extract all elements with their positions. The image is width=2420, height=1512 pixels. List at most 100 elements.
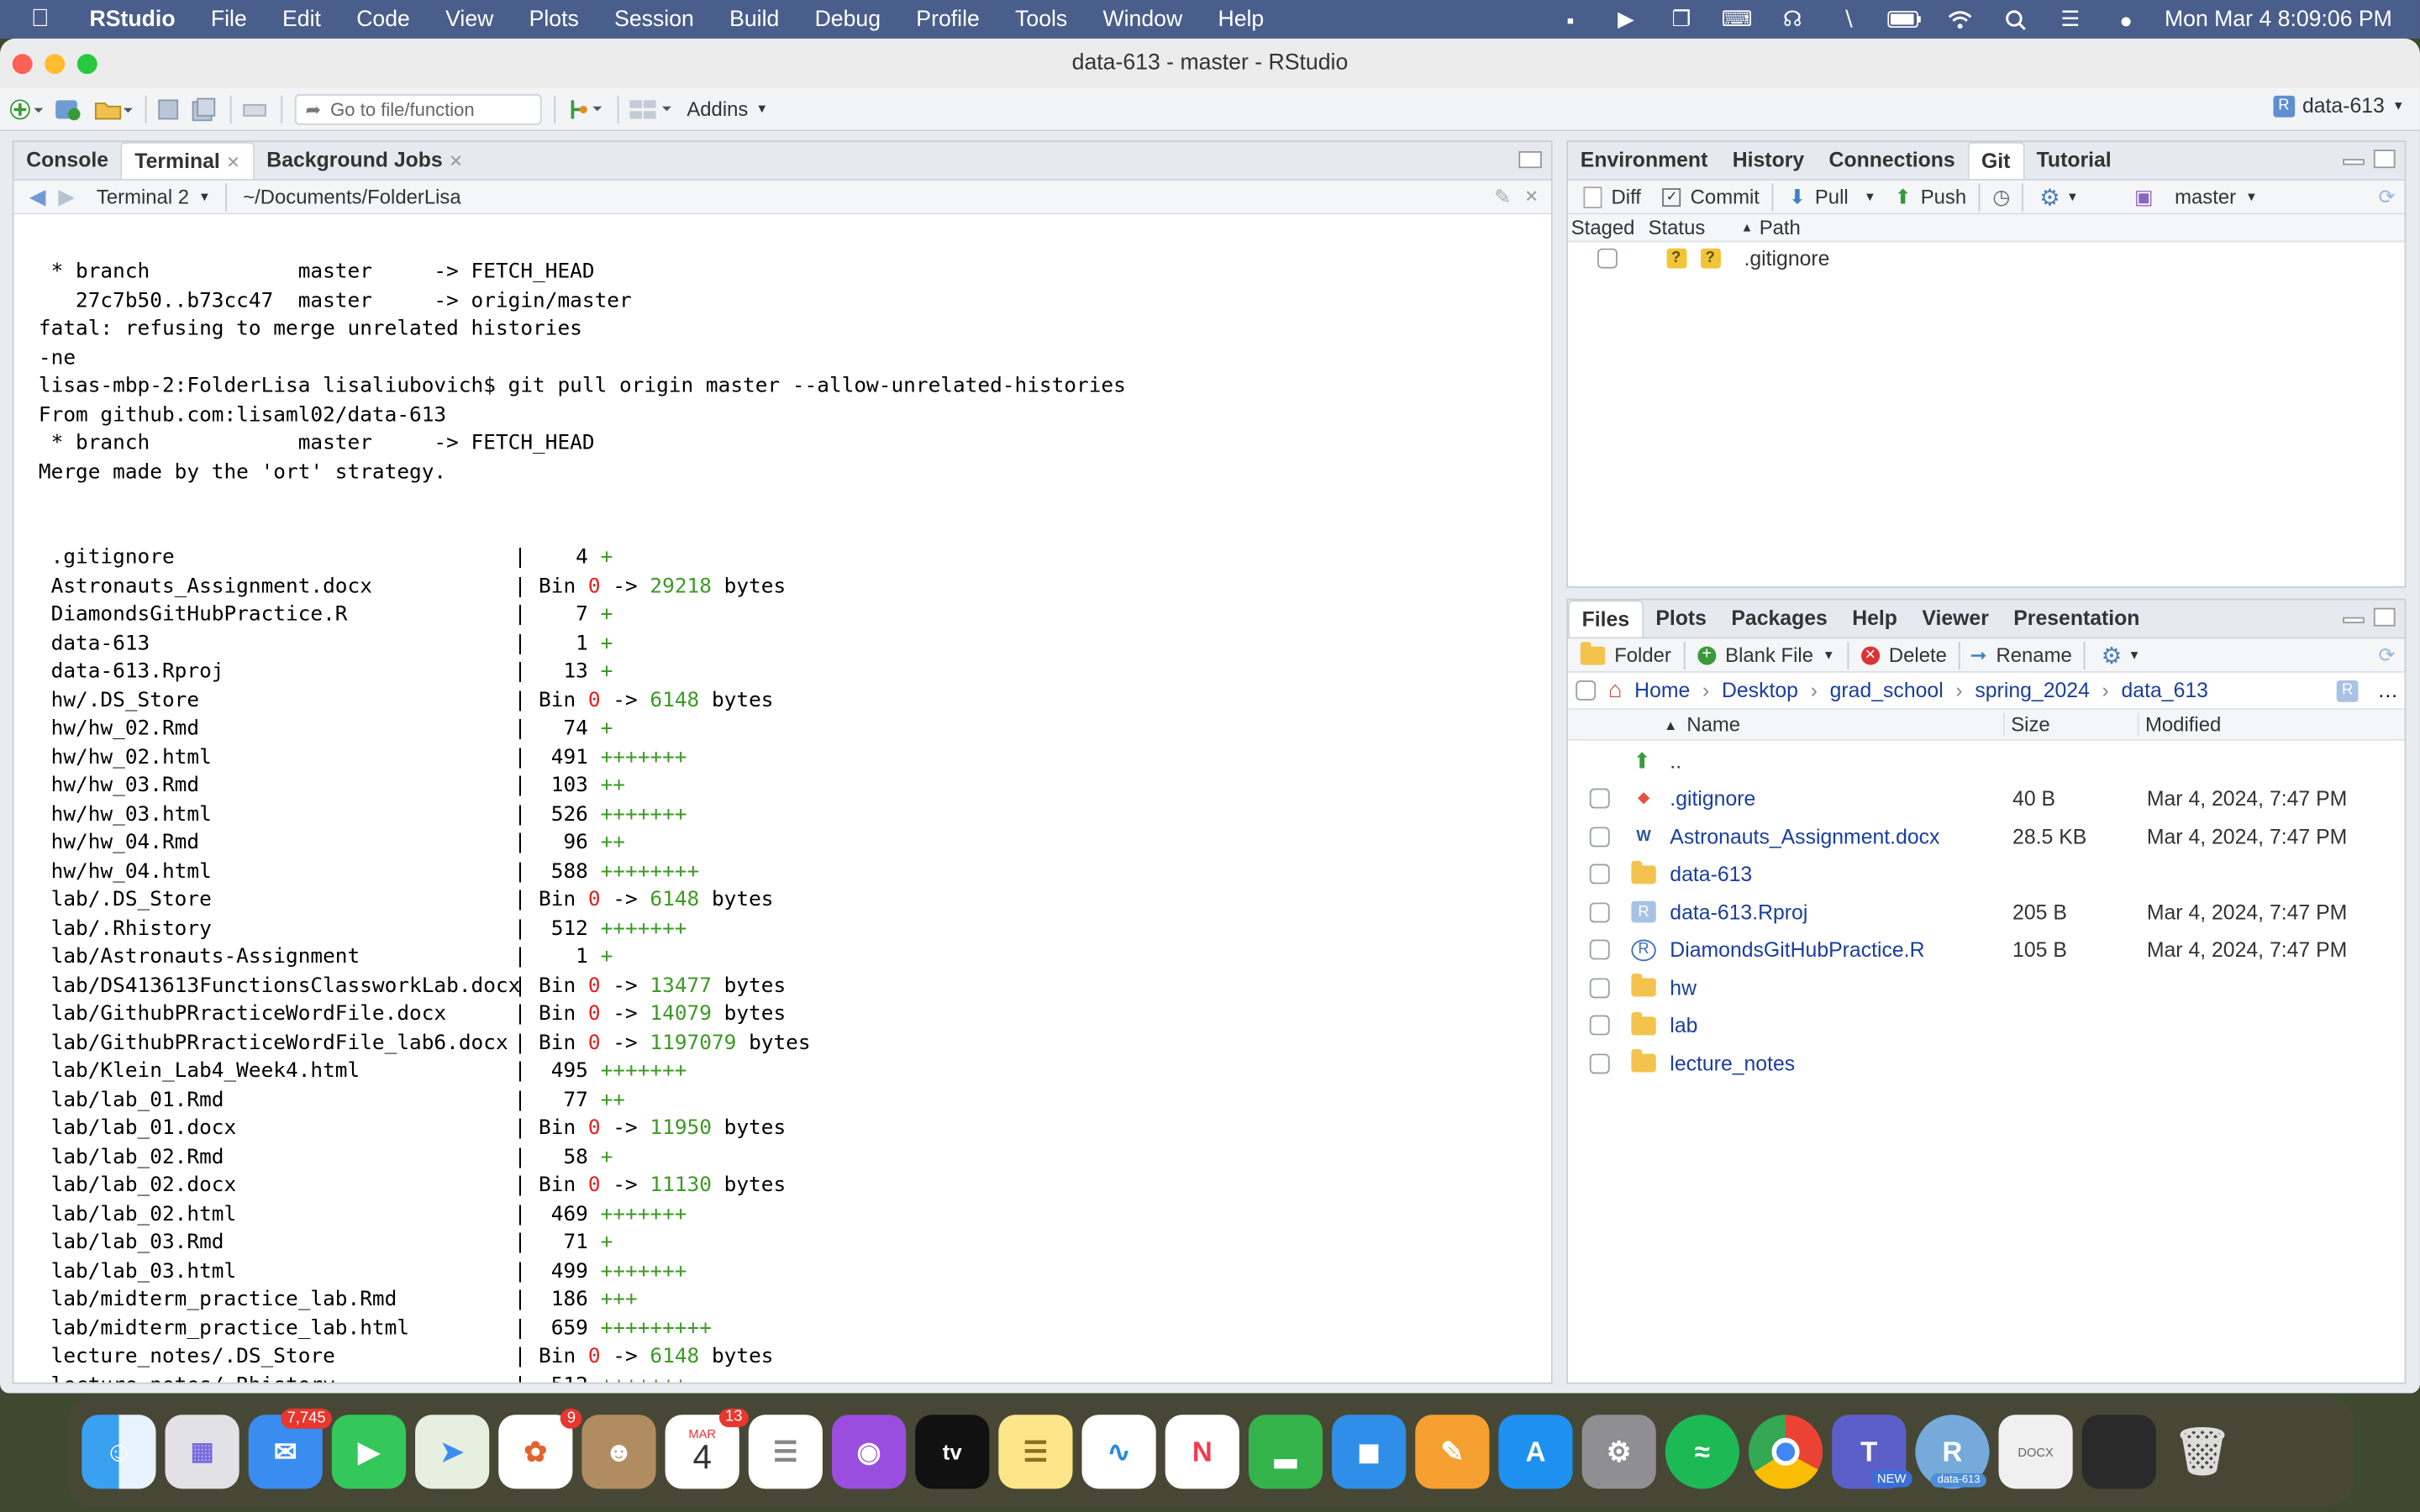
file-checkbox[interactable] bbox=[1588, 827, 1609, 847]
search-icon[interactable] bbox=[1998, 7, 2032, 31]
gear-icon[interactable]: ⚙ bbox=[2039, 183, 2060, 210]
diff-button[interactable]: Diff bbox=[1583, 185, 1641, 208]
back-arrow-icon[interactable]: ◀ bbox=[29, 184, 46, 210]
headphones-icon[interactable]: ☊ bbox=[1776, 6, 1809, 31]
col-status[interactable]: Status bbox=[1649, 216, 1741, 239]
tab-plots[interactable]: Plots bbox=[1644, 600, 1719, 637]
spotify-icon[interactable]: ≈ bbox=[1665, 1415, 1739, 1489]
file-checkbox[interactable] bbox=[1588, 864, 1609, 885]
refresh-icon[interactable]: ⟳ bbox=[2379, 643, 2396, 667]
menu-debug[interactable]: Debug bbox=[815, 7, 881, 31]
rstudio-icon[interactable]: Rdata-613 bbox=[1915, 1415, 1990, 1489]
tab-help[interactable]: Help bbox=[1840, 600, 1910, 637]
save-all-icon[interactable] bbox=[190, 93, 218, 124]
breadcrumb-spring-2024[interactable]: spring_2024 bbox=[1975, 679, 2089, 702]
menu-app-name[interactable]: RStudio bbox=[90, 7, 176, 31]
more-icon[interactable]: … bbox=[2377, 679, 2398, 702]
file-name-link[interactable]: data-613 bbox=[1670, 863, 2012, 886]
recent-screenshot-icon[interactable] bbox=[2081, 1415, 2156, 1489]
menu-window[interactable]: Window bbox=[1102, 7, 1182, 31]
tab-presentation[interactable]: Presentation bbox=[2002, 600, 2153, 637]
close-icon[interactable]: ✕ bbox=[1524, 186, 1539, 207]
pull-button[interactable]: ⬇ Pull ▼ bbox=[1789, 184, 1876, 208]
trash-icon[interactable]: 🗑 bbox=[2165, 1415, 2239, 1488]
wifi-icon[interactable] bbox=[1942, 7, 1975, 31]
keyboard-icon[interactable]: ⌨ bbox=[1720, 6, 1754, 31]
new-folder-button[interactable]: Folder bbox=[1580, 641, 1671, 666]
maps-icon[interactable]: ➤ bbox=[415, 1415, 490, 1489]
tab-console[interactable]: Console bbox=[14, 142, 121, 179]
branch-selector[interactable]: master ▼ bbox=[2175, 185, 2258, 208]
menu-file[interactable]: File bbox=[211, 7, 247, 31]
refresh-icon[interactable]: ⟳ bbox=[2379, 184, 2396, 208]
breadcrumb-home[interactable]: Home bbox=[1634, 679, 1690, 702]
col-name[interactable]: ▲ Name bbox=[1664, 712, 2005, 737]
push-button[interactable]: ⬆ Push bbox=[1895, 184, 1966, 208]
siri-icon[interactable]: ● bbox=[2109, 7, 2143, 31]
tab-files[interactable]: Files bbox=[1568, 600, 1644, 638]
addins-menu[interactable]: Addins ▼ bbox=[687, 93, 768, 124]
terminal-output[interactable]: * branch master -> FETCH_HEAD 27c7b50..b… bbox=[14, 213, 1551, 1382]
file-name-link[interactable]: DiamondsGitHubPractice.R bbox=[1670, 938, 2012, 962]
file-row[interactable]: lab bbox=[1568, 1006, 2404, 1044]
file-name-link[interactable]: Astronauts_Assignment.docx bbox=[1670, 825, 2012, 848]
file-checkbox[interactable] bbox=[1588, 978, 1609, 998]
vcs-icon[interactable] bbox=[565, 93, 605, 124]
col-modified[interactable]: Modified bbox=[2139, 713, 2221, 737]
col-path[interactable]: ▲ Path bbox=[1741, 216, 1801, 239]
delete-button[interactable]: ✕ Delete bbox=[1860, 643, 1947, 666]
close-icon[interactable]: ✕ bbox=[226, 155, 240, 173]
rename-button[interactable]: ➞ Rename bbox=[1970, 643, 2071, 667]
breadcrumb-data-613[interactable]: data_613 bbox=[2122, 679, 2208, 702]
photos-icon[interactable]: ✿ 9 bbox=[498, 1408, 582, 1489]
launchpad-icon[interactable]: ▦ bbox=[165, 1415, 239, 1489]
file-name-link[interactable]: hw bbox=[1670, 976, 2012, 1000]
minimize-pane-icon[interactable] bbox=[2343, 617, 2365, 624]
pages-icon[interactable]: ✎ bbox=[1415, 1415, 1490, 1489]
parent-directory-row[interactable]: ⬆.. bbox=[1568, 742, 2404, 780]
tab-history[interactable]: History bbox=[1720, 142, 1817, 179]
file-checkbox[interactable] bbox=[1588, 902, 1609, 922]
file-row[interactable]: R DiamondsGitHubPractice.R 105 B Mar 4, 202… bbox=[1568, 931, 2404, 969]
facetime-icon[interactable]: ▶ bbox=[331, 1415, 407, 1489]
save-icon[interactable] bbox=[156, 93, 181, 124]
freeform-icon[interactable]: ∿ bbox=[1081, 1415, 1156, 1489]
menu-tools[interactable]: Tools bbox=[1015, 7, 1067, 31]
col-staged[interactable]: Staged bbox=[1571, 216, 1649, 239]
file-checkbox[interactable] bbox=[1588, 1053, 1609, 1074]
zoom-window-button[interactable] bbox=[76, 54, 97, 75]
maximize-pane-icon[interactable] bbox=[2373, 150, 2396, 169]
window-icon[interactable]: ❐ bbox=[1665, 6, 1698, 31]
news-icon[interactable]: N bbox=[1165, 1415, 1239, 1489]
apple-tv-icon[interactable]: tv bbox=[915, 1415, 990, 1489]
print-icon[interactable] bbox=[241, 93, 269, 124]
menu-code[interactable]: Code bbox=[356, 7, 410, 31]
control-center-icon[interactable]: ☰ bbox=[2054, 6, 2087, 31]
blank-file-button[interactable]: + Blank File ▼ bbox=[1697, 643, 1835, 666]
commit-button[interactable]: ✓ Commit bbox=[1662, 185, 1760, 208]
menu-view[interactable]: View bbox=[445, 7, 493, 31]
col-size[interactable]: Size bbox=[2005, 712, 2139, 737]
new-file-button[interactable] bbox=[9, 93, 44, 124]
breadcrumb-desktop[interactable]: Desktop bbox=[1722, 679, 1798, 702]
file-name-link[interactable]: lecture_notes bbox=[1670, 1052, 2012, 1075]
menu-help[interactable]: Help bbox=[1218, 7, 1264, 31]
table-row[interactable]: ? ? .gitignore bbox=[1568, 242, 2404, 273]
file-row[interactable]: hw bbox=[1568, 969, 2404, 1006]
terminal-selector[interactable]: Terminal 2 ▼ bbox=[97, 185, 211, 208]
minimize-pane-icon[interactable] bbox=[2343, 159, 2365, 165]
close-icon[interactable]: ✕ bbox=[449, 153, 463, 171]
battery-icon[interactable] bbox=[1886, 7, 1920, 31]
menu-plots[interactable]: Plots bbox=[529, 7, 579, 31]
tab-tutorial[interactable]: Tutorial bbox=[2024, 142, 2123, 179]
file-row[interactable]: ◆ .gitignore 40 B Mar 4, 2024, 7:47 PM bbox=[1568, 780, 2404, 817]
file-row[interactable]: W Astronauts_Assignment.docx 28.5 KB Mar 4,… bbox=[1568, 817, 2404, 855]
mail-icon[interactable]: ✉ 7,745 bbox=[248, 1408, 332, 1489]
gear-icon[interactable]: ⚙ bbox=[2102, 641, 2123, 669]
broom-icon[interactable]: ✎ bbox=[1494, 184, 1511, 208]
contacts-icon[interactable]: ☻ bbox=[581, 1415, 656, 1489]
teams-icon[interactable]: T NEW bbox=[1832, 1415, 1912, 1489]
notification-icon[interactable]: ▪ bbox=[1554, 7, 1587, 31]
tab-background-jobs[interactable]: Background Jobs ✕ bbox=[255, 142, 476, 179]
file-checkbox[interactable] bbox=[1588, 1016, 1609, 1036]
